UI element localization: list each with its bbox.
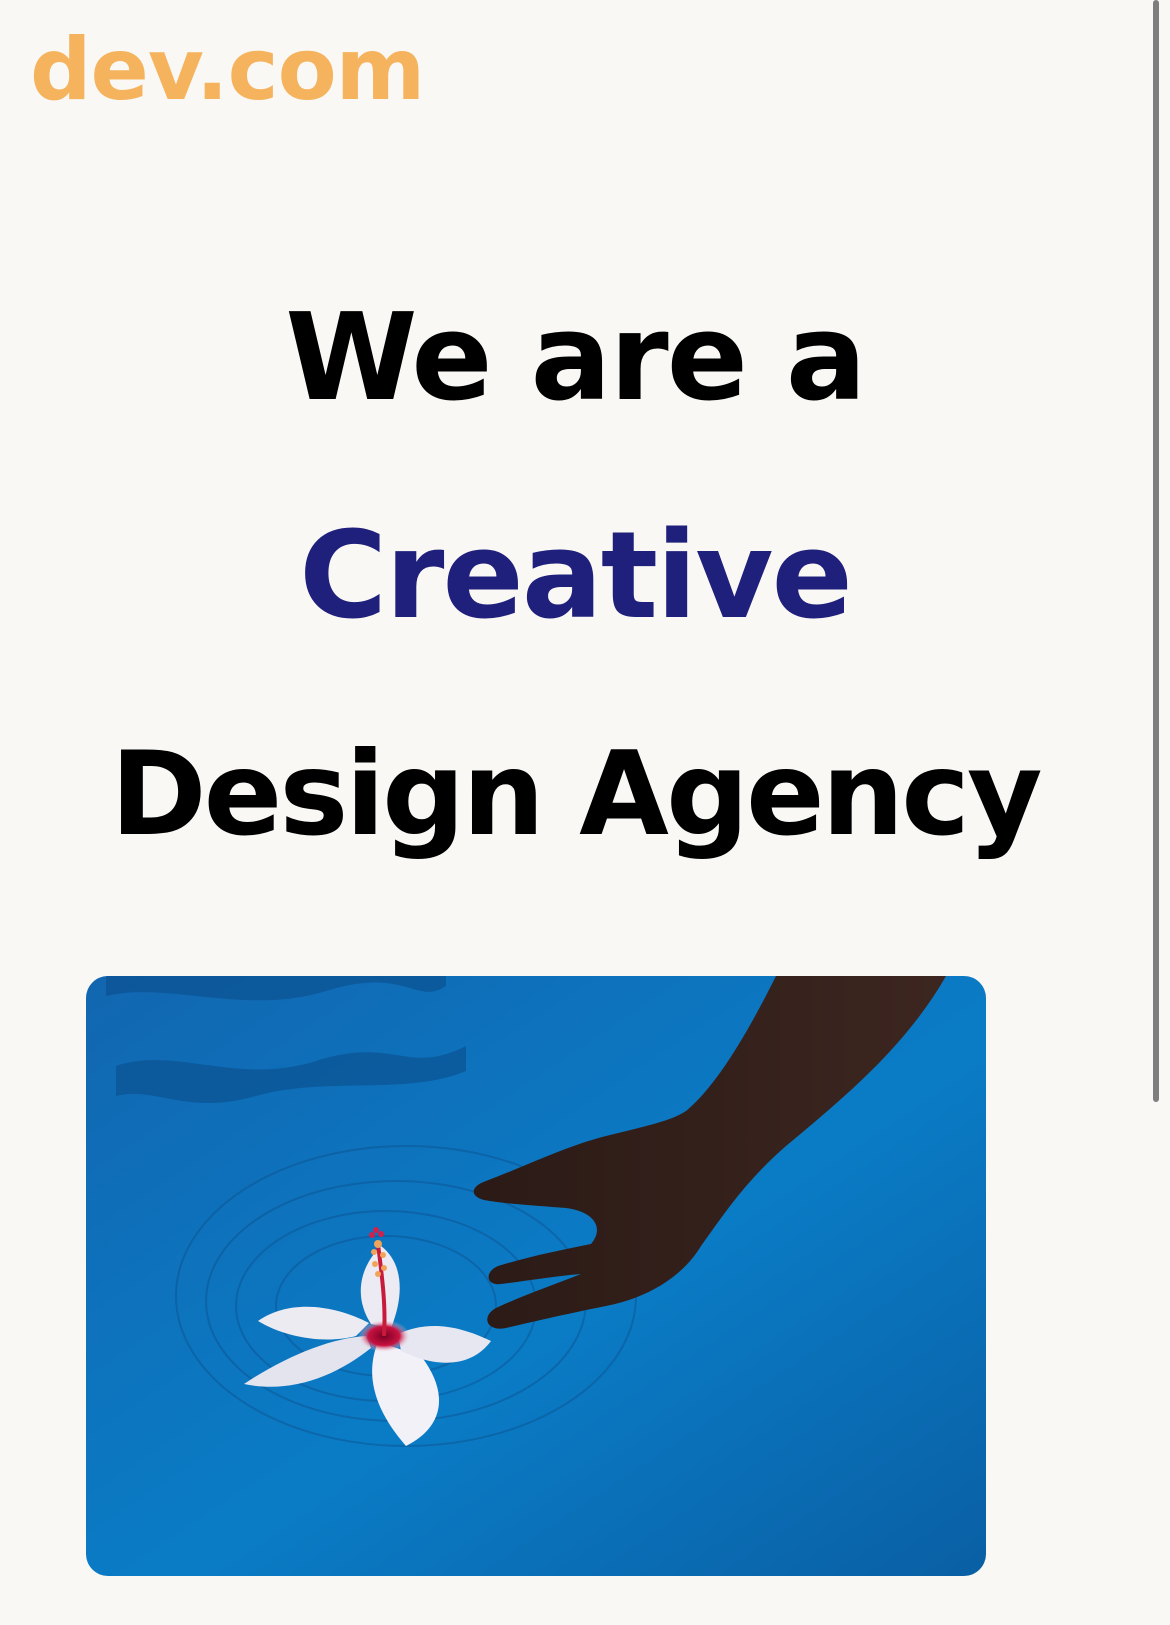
hero-image-graphic (86, 976, 986, 1576)
hero-line-3: Design Agency (110, 727, 1042, 862)
hero-image (86, 976, 986, 1576)
hero-line-1: We are a (285, 289, 867, 428)
hero-headline: We are a Creative Design Agency (0, 250, 1150, 904)
site-logo[interactable]: dev.com (30, 10, 425, 130)
hero-line-accent: Creative (299, 507, 853, 646)
page-scrollbar[interactable] (1153, 0, 1159, 1102)
